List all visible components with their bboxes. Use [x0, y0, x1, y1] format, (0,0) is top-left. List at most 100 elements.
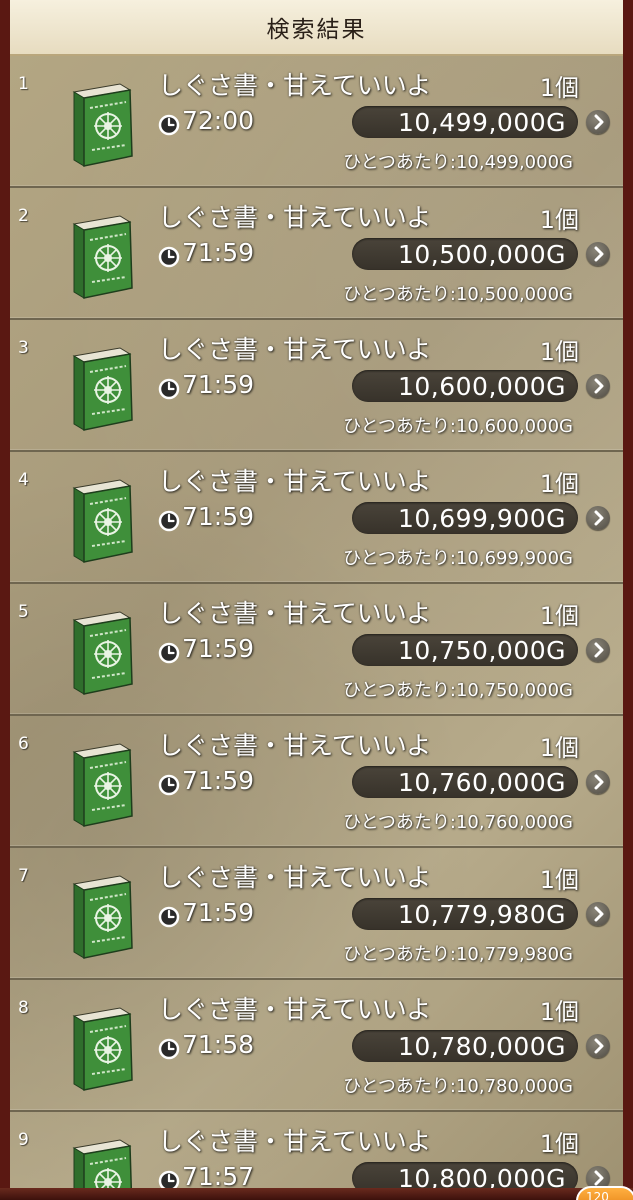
unit-price: ひとつあたり:10,500,000G [343, 284, 573, 305]
result-row[interactable]: 4 しぐさ書・甘えていいよ 1個 71:59 10,699,900G ひとつあた… [10, 452, 623, 584]
item-price: 10,500,000G [397, 239, 566, 269]
item-name: しぐさ書・甘えていいよ [158, 1127, 432, 1156]
price-pill: 10,750,000G [352, 634, 578, 666]
row-index: 3 [18, 338, 29, 358]
item-quantity: 1個 [539, 206, 579, 234]
clock-icon [158, 246, 180, 268]
unit-price: ひとつあたり:10,600,000G [343, 416, 573, 437]
result-row[interactable]: 6 しぐさ書・甘えていいよ 1個 71:59 10,760,000G ひとつあた… [10, 716, 623, 848]
chevron-right-icon[interactable] [586, 638, 610, 662]
item-price: 10,800,000G [397, 1163, 566, 1189]
item-quantity: 1個 [539, 1130, 579, 1158]
bottom-bar [0, 1188, 633, 1200]
item-price: 10,699,900G [397, 503, 566, 533]
chevron-right-icon[interactable] [586, 770, 610, 794]
clock-icon [158, 114, 180, 136]
item-price: 10,779,980G [397, 899, 566, 929]
chevron-right-icon[interactable] [586, 902, 610, 926]
item-name: しぐさ書・甘えていいよ [158, 731, 432, 760]
unit-price: ひとつあたり:10,760,000G [343, 812, 573, 833]
clock-icon [158, 906, 180, 928]
green-book-icon [72, 479, 133, 563]
notification-badge[interactable]: 120 [576, 1186, 633, 1200]
time-remaining: 71:59 [182, 634, 255, 663]
time-remaining: 71:59 [182, 370, 255, 399]
chevron-right-icon[interactable] [586, 242, 610, 266]
result-row[interactable]: 8 しぐさ書・甘えていいよ 1個 71:58 10,780,000G ひとつあた… [10, 980, 623, 1112]
row-index: 6 [18, 734, 29, 754]
item-name: しぐさ書・甘えていいよ [158, 863, 432, 892]
clock-icon [158, 1038, 180, 1060]
row-index: 9 [18, 1130, 29, 1150]
price-pill: 10,780,000G [352, 1030, 578, 1062]
row-index: 7 [18, 866, 29, 886]
result-row[interactable]: 7 しぐさ書・甘えていいよ 1個 71:59 10,779,980G ひとつあた… [10, 848, 623, 980]
item-price: 10,760,000G [397, 767, 566, 797]
price-pill: 10,800,000G [352, 1162, 578, 1188]
green-book-icon [72, 743, 133, 827]
unit-price: ひとつあたり:10,499,000G [343, 152, 573, 173]
result-row[interactable]: 9 しぐさ書・甘えていいよ 1個 71:57 10,800,000G [10, 1112, 623, 1188]
item-quantity: 1個 [539, 734, 579, 762]
result-row[interactable]: 1 しぐさ書・甘えていいよ 1個 72:00 10,499,000G ひとつあた… [10, 56, 623, 188]
time-remaining: 72:00 [182, 106, 255, 135]
clock-icon [158, 1170, 180, 1188]
unit-price: ひとつあたり:10,699,900G [343, 548, 573, 569]
unit-price: ひとつあたり:10,779,980G [343, 944, 573, 965]
item-quantity: 1個 [539, 602, 579, 630]
unit-price: ひとつあたり:10,780,000G [343, 1076, 573, 1097]
time-remaining: 71:59 [182, 766, 255, 795]
result-row[interactable]: 2 しぐさ書・甘えていいよ 1個 71:59 10,500,000G ひとつあた… [10, 188, 623, 320]
price-pill: 10,779,980G [352, 898, 578, 930]
green-book-icon [72, 611, 133, 695]
item-name: しぐさ書・甘えていいよ [158, 467, 432, 496]
item-name: しぐさ書・甘えていいよ [158, 335, 432, 364]
item-quantity: 1個 [539, 74, 579, 102]
item-price: 10,750,000G [397, 635, 566, 665]
time-remaining: 71:59 [182, 238, 255, 267]
row-index: 2 [18, 206, 29, 226]
unit-price: ひとつあたり:10,750,000G [343, 680, 573, 701]
item-name: しぐさ書・甘えていいよ [158, 71, 432, 100]
item-name: しぐさ書・甘えていいよ [158, 995, 432, 1024]
green-book-icon [72, 1139, 133, 1188]
result-row[interactable]: 5 しぐさ書・甘えていいよ 1個 71:59 10,750,000G ひとつあた… [10, 584, 623, 716]
chevron-right-icon[interactable] [586, 374, 610, 398]
item-quantity: 1個 [539, 998, 579, 1026]
page-title: 検索結果 [266, 17, 367, 43]
item-name: しぐさ書・甘えていいよ [158, 203, 432, 232]
price-pill: 10,699,900G [352, 502, 578, 534]
row-index: 5 [18, 602, 29, 622]
time-remaining: 71:57 [182, 1162, 255, 1188]
clock-icon [158, 378, 180, 400]
row-index: 1 [18, 74, 29, 94]
clock-icon [158, 510, 180, 532]
green-book-icon [72, 347, 133, 431]
title-bar: 検索結果 [10, 0, 623, 56]
clock-icon [158, 642, 180, 664]
chevron-right-icon[interactable] [586, 1166, 610, 1188]
price-pill: 10,760,000G [352, 766, 578, 798]
results-list[interactable]: 1 しぐさ書・甘えていいよ 1個 72:00 10,499,000G ひとつあた… [10, 56, 623, 1188]
item-quantity: 1個 [539, 470, 579, 498]
item-price: 10,600,000G [397, 371, 566, 401]
chevron-right-icon[interactable] [586, 110, 610, 134]
item-name: しぐさ書・甘えていいよ [158, 599, 432, 628]
time-remaining: 71:59 [182, 502, 255, 531]
clock-icon [158, 774, 180, 796]
item-price: 10,780,000G [397, 1031, 566, 1061]
row-index: 4 [18, 470, 29, 490]
result-row[interactable]: 3 しぐさ書・甘えていいよ 1個 71:59 10,600,000G ひとつあた… [10, 320, 623, 452]
row-index: 8 [18, 998, 29, 1018]
chevron-right-icon[interactable] [586, 506, 610, 530]
green-book-icon [72, 1007, 133, 1091]
item-price: 10,499,000G [397, 107, 566, 137]
app-frame: 検索結果 1 しぐさ書・甘えていいよ 1個 72:00 10,499,000G … [0, 0, 633, 1200]
green-book-icon [72, 83, 133, 167]
time-remaining: 71:59 [182, 898, 255, 927]
chevron-right-icon[interactable] [586, 1034, 610, 1058]
green-book-icon [72, 215, 133, 299]
item-quantity: 1個 [539, 338, 579, 366]
price-pill: 10,500,000G [352, 238, 578, 270]
price-pill: 10,600,000G [352, 370, 578, 402]
